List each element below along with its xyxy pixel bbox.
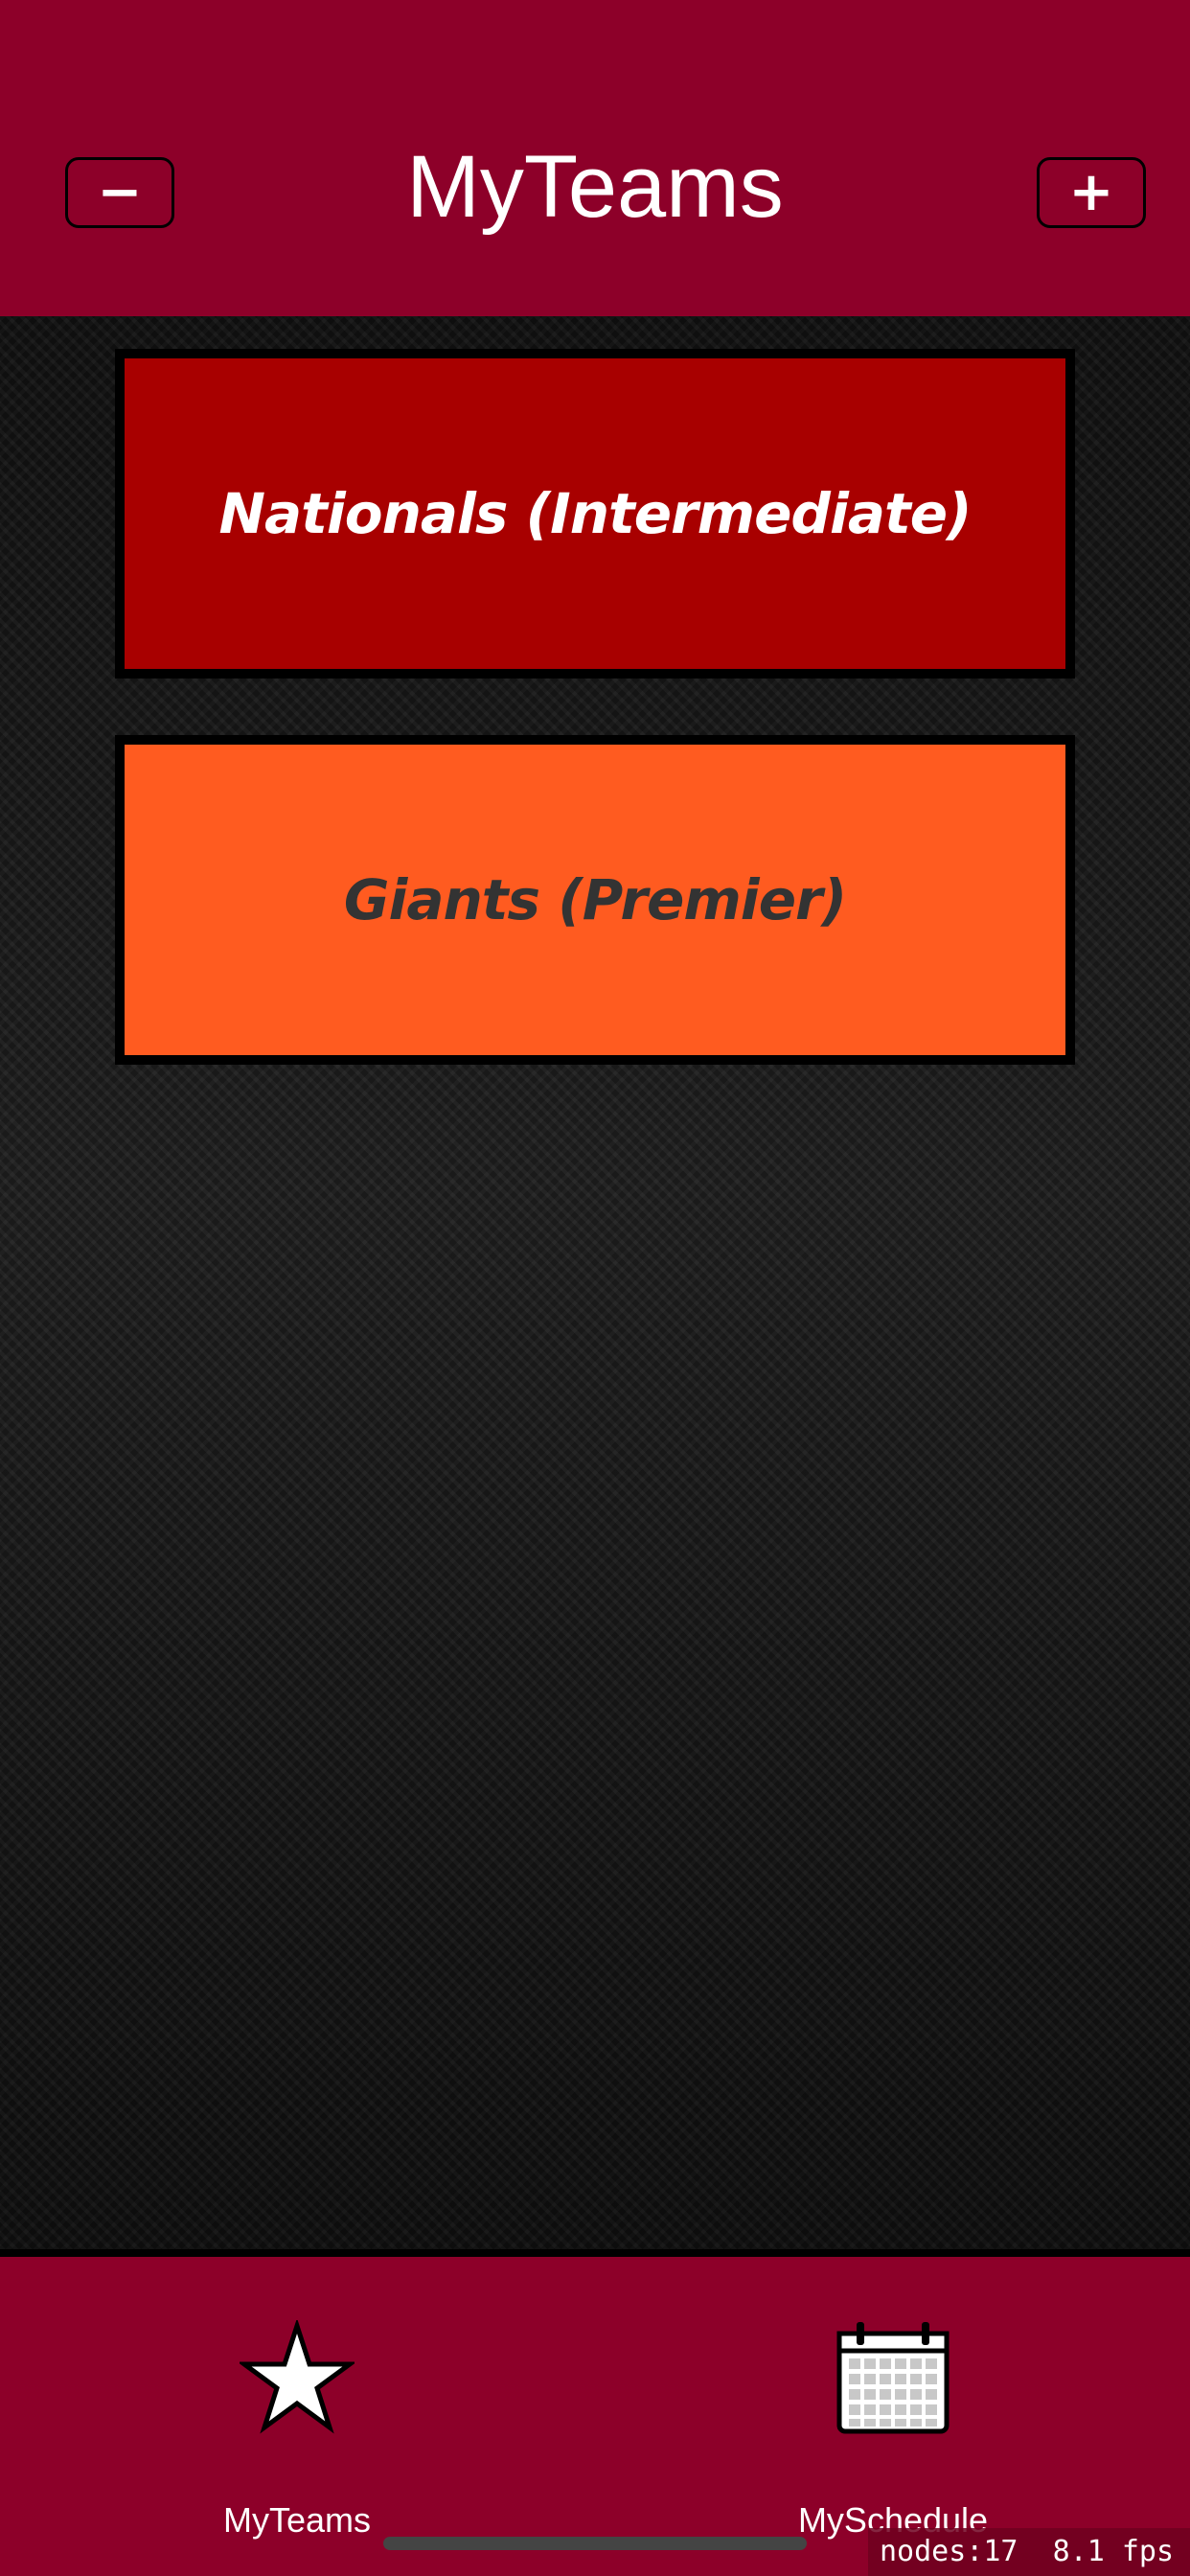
star-icon	[240, 2320, 355, 2434]
home-indicator[interactable]	[383, 2537, 807, 2550]
team-card-nationals[interactable]: Nationals (Intermediate)	[115, 349, 1075, 678]
team-name: Giants (Premier)	[343, 867, 847, 932]
calendar-icon	[836, 2322, 950, 2434]
tab-label: MyTeams	[222, 2500, 372, 2540]
team-name: Nationals (Intermediate)	[218, 481, 972, 546]
tab-bar: MyTeams MySchedule	[0, 2249, 1190, 2576]
team-card-giants[interactable]: Giants (Premier)	[115, 735, 1075, 1065]
header-bar: − MyTeams +	[0, 0, 1190, 316]
debug-stats-overlay: nodes:17 8.1 fps	[868, 2528, 1190, 2576]
tab-myteams[interactable]: MyTeams	[105, 2257, 489, 2576]
plus-icon: +	[1068, 161, 1114, 223]
page-title: MyTeams	[406, 138, 784, 236]
team-list: Nationals (Intermediate) Giants (Premier…	[0, 316, 1190, 2249]
add-team-button[interactable]: +	[1037, 157, 1146, 228]
